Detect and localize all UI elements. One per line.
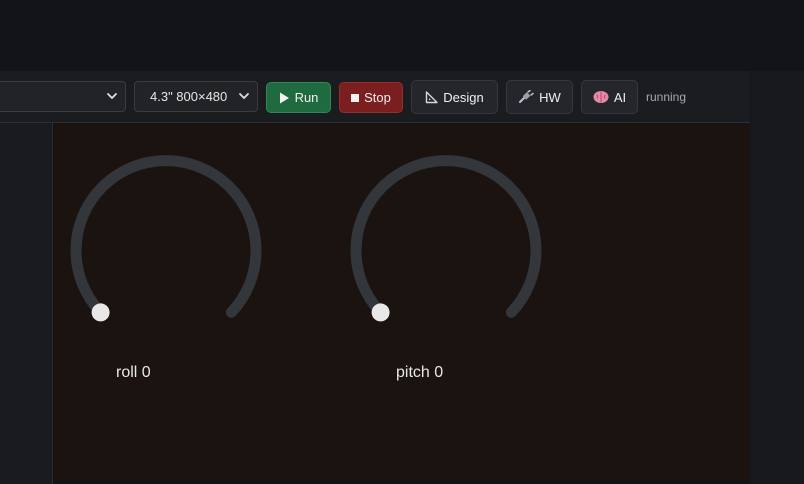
roll-gauge-label: roll 0: [116, 364, 151, 381]
run-status: running: [646, 90, 687, 104]
pitch-gauge[interactable]: [336, 140, 556, 340]
plug-icon: [518, 90, 534, 104]
chevron-down-icon: [239, 93, 249, 99]
roll-gauge-knob[interactable]: [91, 303, 110, 322]
stop-icon: [351, 93, 360, 102]
pitch-gauge-knob[interactable]: [371, 303, 390, 322]
roll-gauge-track: [70, 155, 262, 318]
display-size-value: 4.3" 800×480: [150, 89, 228, 104]
left-panel: [0, 123, 53, 484]
roll-gauge[interactable]: [56, 140, 276, 340]
stop-label: Stop: [364, 90, 391, 105]
play-icon: [279, 92, 290, 104]
hardware-button[interactable]: HW: [506, 80, 573, 114]
brain-icon: [593, 90, 609, 104]
top-band: [0, 0, 804, 71]
design-button[interactable]: Design: [411, 80, 498, 114]
display-size-select[interactable]: 4.3" 800×480: [134, 81, 258, 112]
run-label: Run: [294, 90, 319, 105]
pitch-gauge-label: pitch 0: [396, 364, 444, 381]
ruler-triangle-icon: [425, 90, 438, 104]
hw-label: HW: [539, 89, 561, 105]
run-button[interactable]: Run: [266, 82, 331, 113]
project-select[interactable]: [0, 81, 126, 112]
stop-button[interactable]: Stop: [339, 82, 403, 113]
ai-label: AI: [613, 89, 627, 105]
pitch-gauge-track: [350, 155, 542, 318]
ai-button[interactable]: AI: [581, 80, 638, 114]
chevron-down-icon: [107, 93, 117, 99]
design-label: Design: [443, 89, 484, 105]
right-strip: [750, 71, 804, 484]
